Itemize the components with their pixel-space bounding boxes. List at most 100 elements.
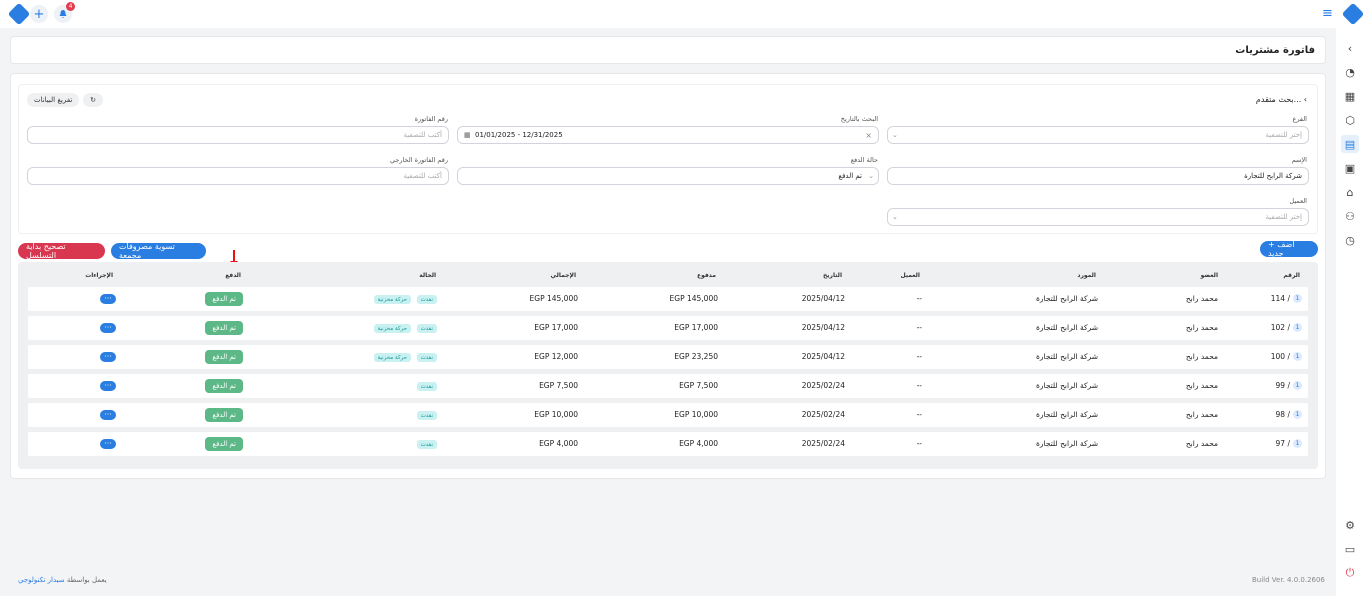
- payment-badge: تم الدفع: [205, 321, 243, 335]
- row-member: محمد رابح: [1185, 439, 1218, 448]
- store-icon[interactable]: ▦: [1343, 89, 1357, 103]
- row-supplier[interactable]: شركة الرابح للتجارة: [1036, 439, 1098, 448]
- notification-badge: 4: [66, 2, 75, 11]
- status-tag-cash: نقدت: [416, 353, 437, 362]
- power-icon[interactable]: ⏻: [1343, 566, 1357, 580]
- header-status: الحالة: [419, 272, 436, 279]
- name-select[interactable]: شركة الرابح للتجارة: [887, 167, 1309, 185]
- row-number[interactable]: 97 /: [1276, 439, 1290, 448]
- row-client: --: [916, 381, 922, 390]
- row-supplier[interactable]: شركة الرابح للتجارة: [1036, 410, 1098, 419]
- advanced-search-toggle[interactable]: بحث متقدم... ‹: [1256, 95, 1307, 104]
- row-actions-button[interactable]: ···: [100, 439, 116, 449]
- bell-icon[interactable]: 4: [54, 2, 75, 23]
- products-icon[interactable]: ⬡: [1343, 113, 1357, 127]
- footer-powered-by: يعمل بواسطة سيدار تكنولوجي: [18, 576, 107, 584]
- branch-select[interactable]: ⌄ إختر للتصفية: [887, 126, 1309, 144]
- row-paid: EGP 7,500: [679, 381, 718, 390]
- chevron-down-icon: ⌄: [868, 172, 874, 180]
- purchases-icon[interactable]: ▤: [1341, 135, 1359, 153]
- row-paid: EGP 10,000: [674, 410, 718, 419]
- users-icon[interactable]: ⚇: [1343, 209, 1357, 223]
- row-actions-button[interactable]: ···: [100, 323, 116, 333]
- payment-badge: تم الدفع: [205, 437, 243, 451]
- header-member: العضو: [1200, 272, 1218, 279]
- row-date: 2025/02/24: [801, 381, 845, 390]
- row-actions-button[interactable]: ···: [100, 410, 116, 420]
- app-logo-right[interactable]: [1341, 2, 1365, 26]
- collapse-icon[interactable]: ‹: [1343, 41, 1357, 55]
- reports-icon[interactable]: ◷: [1343, 233, 1357, 247]
- row-supplier[interactable]: شركة الرابح للتجارة: [1036, 294, 1098, 303]
- invoice-number-input[interactable]: أكتب للتصفية: [27, 126, 449, 144]
- row-date: 2025/04/12: [801, 323, 845, 332]
- row-number[interactable]: 102 /: [1271, 323, 1290, 332]
- row-supplier[interactable]: شركة الرابح للتجارة: [1036, 323, 1098, 332]
- row-number[interactable]: 98 /: [1276, 410, 1290, 419]
- header-payment: الدفع: [225, 272, 241, 279]
- table-row[interactable]: 1 102 / محمد رابح شركة الرابح للتجارة -- 2025…: [28, 316, 1308, 340]
- add-icon[interactable]: +: [30, 5, 48, 23]
- clear-icon[interactable]: ×: [865, 131, 872, 140]
- clear-data-button[interactable]: تفريغ البيانات: [27, 93, 80, 107]
- aggregate-expenses-button[interactable]: تسوية مصروفات مجمعة: [111, 242, 206, 260]
- add-new-button[interactable]: + أضف جديد: [1260, 240, 1318, 258]
- right-sidebar: ‹ ◔ ▦ ⬡ ▤ ▣ ⌂ ⚇ ◷ ⚙ ▭ ⏻: [1336, 28, 1366, 596]
- row-actions-button[interactable]: ···: [100, 294, 116, 304]
- row-supplier[interactable]: شركة الرابح للتجارة: [1036, 381, 1098, 390]
- menu-icon[interactable]: ≡: [1322, 6, 1333, 21]
- dashboard-icon[interactable]: ◔: [1343, 65, 1357, 79]
- row-badge: 1: [1293, 410, 1302, 419]
- client-select[interactable]: ⌄ إختر للتصفية: [887, 208, 1309, 226]
- table-row[interactable]: 1 100 / محمد رابح شركة الرابح للتجارة -- 2025…: [28, 345, 1308, 369]
- row-client: --: [916, 323, 922, 332]
- calendar-icon: ▦: [464, 131, 471, 139]
- row-badge: 1: [1293, 352, 1302, 361]
- row-client: --: [916, 294, 922, 303]
- table-row[interactable]: 1 99 / محمد رابح شركة الرابح للتجارة -- 2025/…: [28, 374, 1308, 398]
- row-number[interactable]: 114 /: [1271, 294, 1290, 303]
- row-member: محمد رابح: [1185, 381, 1218, 390]
- status-tag-cash: نقدت: [416, 382, 437, 391]
- row-number[interactable]: 99 /: [1276, 381, 1290, 390]
- date-range-input[interactable]: ▦ 01/01/2025 - 12/31/2025 ×: [457, 126, 879, 144]
- payment-status-value: تم الدفع: [838, 172, 862, 180]
- sales-icon[interactable]: ▣: [1343, 161, 1357, 175]
- row-actions-button[interactable]: ···: [100, 352, 116, 362]
- payment-badge: تم الدفع: [205, 408, 243, 422]
- settings-icon[interactable]: ⚙: [1343, 518, 1357, 532]
- external-invoice-input[interactable]: أكتب للتصفية: [27, 167, 449, 185]
- app-logo[interactable]: [7, 2, 31, 26]
- filter-panel: بحث متقدم... ‹ ↻ تفريغ البيانات الفرع ال…: [18, 84, 1318, 234]
- status-tag-stock: حركة مخزنية: [373, 353, 411, 362]
- inventory-icon[interactable]: ⌂: [1343, 185, 1357, 199]
- title-card: فاتورة مشتريات: [10, 36, 1326, 64]
- header-total: الإجمالي: [550, 272, 576, 279]
- row-supplier[interactable]: شركة الرابح للتجارة: [1036, 352, 1098, 361]
- client-label: العميل: [1289, 197, 1307, 205]
- invoice-number-label: رقم الفاتورة: [414, 115, 448, 123]
- screen-icon[interactable]: ▭: [1343, 542, 1357, 556]
- company-link[interactable]: سيدار تكنولوجي: [18, 576, 65, 584]
- payment-status-select[interactable]: تم الدفع ⌄: [457, 167, 879, 185]
- row-actions-button[interactable]: ···: [100, 381, 116, 391]
- row-paid: EGP 17,000: [674, 323, 718, 332]
- row-member: محمد رابح: [1185, 352, 1218, 361]
- header-client: العميل: [900, 272, 920, 279]
- row-date: 2025/04/12: [801, 352, 845, 361]
- date-range-value: 01/01/2025 - 12/31/2025: [475, 131, 563, 139]
- table-row[interactable]: 1 98 / محمد رابح شركة الرابح للتجارة -- 2025/…: [28, 403, 1308, 427]
- table-row[interactable]: 1 97 / محمد رابح شركة الرابح للتجارة -- 2025/…: [28, 432, 1308, 456]
- row-number[interactable]: 100 /: [1271, 352, 1290, 361]
- row-total: EGP 17,000: [534, 323, 578, 332]
- chevron-down-icon: ⌄: [892, 213, 898, 221]
- row-client: --: [916, 352, 922, 361]
- table-row[interactable]: 1 114 / محمد رابح شركة الرابح للتجارة -- 2025…: [28, 287, 1308, 311]
- fix-sequence-button[interactable]: تصحيح بداية التسلسل: [18, 242, 105, 260]
- refresh-button[interactable]: ↻: [83, 93, 103, 107]
- status-tag-stock: حركة مخزنية: [373, 295, 411, 304]
- invoice-number-placeholder: أكتب للتصفية: [403, 131, 442, 139]
- header-paid: مدفوع: [697, 272, 716, 279]
- payment-status-label: حالة الدفع: [850, 156, 878, 164]
- name-label: الإسم: [1291, 156, 1307, 164]
